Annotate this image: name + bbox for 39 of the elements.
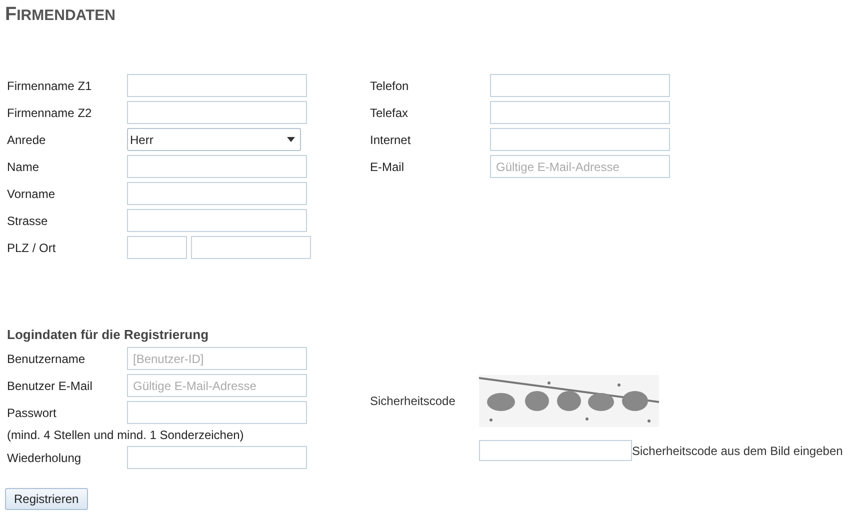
input-field[interactable] — [127, 155, 307, 178]
field-label: Strasse — [7, 212, 49, 230]
field-label: Passwort — [7, 404, 58, 422]
salutation-dropdown[interactable]: Herr — [127, 128, 301, 151]
dropdown-caret-icon — [287, 137, 295, 142]
input-field[interactable] — [490, 128, 670, 151]
instruction-text: Sicherheitscode aus dem Bild eingeben — [632, 442, 843, 460]
field-label: PLZ / Ort — [7, 240, 57, 256]
field-label: Sicherheitscode — [370, 393, 456, 410]
input-field[interactable] — [191, 236, 311, 259]
input-field[interactable] — [127, 74, 307, 97]
input-field[interactable]: Gültige E-Mail-Adresse — [490, 155, 670, 178]
hint-text: (mind. 4 Stellen und mind. 1 Sonderzeichen) — [7, 427, 245, 444]
input-field[interactable] — [127, 101, 307, 124]
input-field[interactable] — [490, 101, 670, 124]
input-field[interactable] — [479, 440, 632, 461]
field-label: Wiederholung — [7, 450, 82, 466]
input-field[interactable]: [Benutzer-ID] — [127, 347, 307, 370]
field-label: Internet — [370, 132, 412, 148]
section-heading: Logindaten für die Registrierung — [7, 326, 210, 344]
field-label: Firmenname Z1 — [7, 78, 93, 94]
field-label: E-Mail — [370, 158, 406, 176]
field-label: Telefon — [370, 78, 410, 94]
field-label: Firmenname Z2 — [7, 104, 93, 122]
field-label: Anrede — [7, 132, 47, 148]
field-label: Benutzer E-Mail — [7, 378, 94, 394]
input-field[interactable] — [127, 209, 307, 232]
register-button[interactable]: Registrieren — [5, 488, 88, 510]
input-field[interactable] — [127, 446, 307, 469]
input-field[interactable] — [490, 74, 670, 97]
input-field[interactable] — [127, 182, 307, 205]
field-label: Telefax — [370, 104, 410, 122]
field-label: Vorname — [7, 186, 56, 202]
input-field[interactable]: Gültige E-Mail-Adresse — [127, 374, 307, 397]
field-label: Benutzername — [7, 350, 86, 368]
page-title: FIRMENDATEN — [5, 5, 116, 26]
input-field[interactable] — [127, 401, 307, 424]
field-label: Name — [7, 158, 40, 176]
input-field[interactable] — [127, 236, 187, 259]
